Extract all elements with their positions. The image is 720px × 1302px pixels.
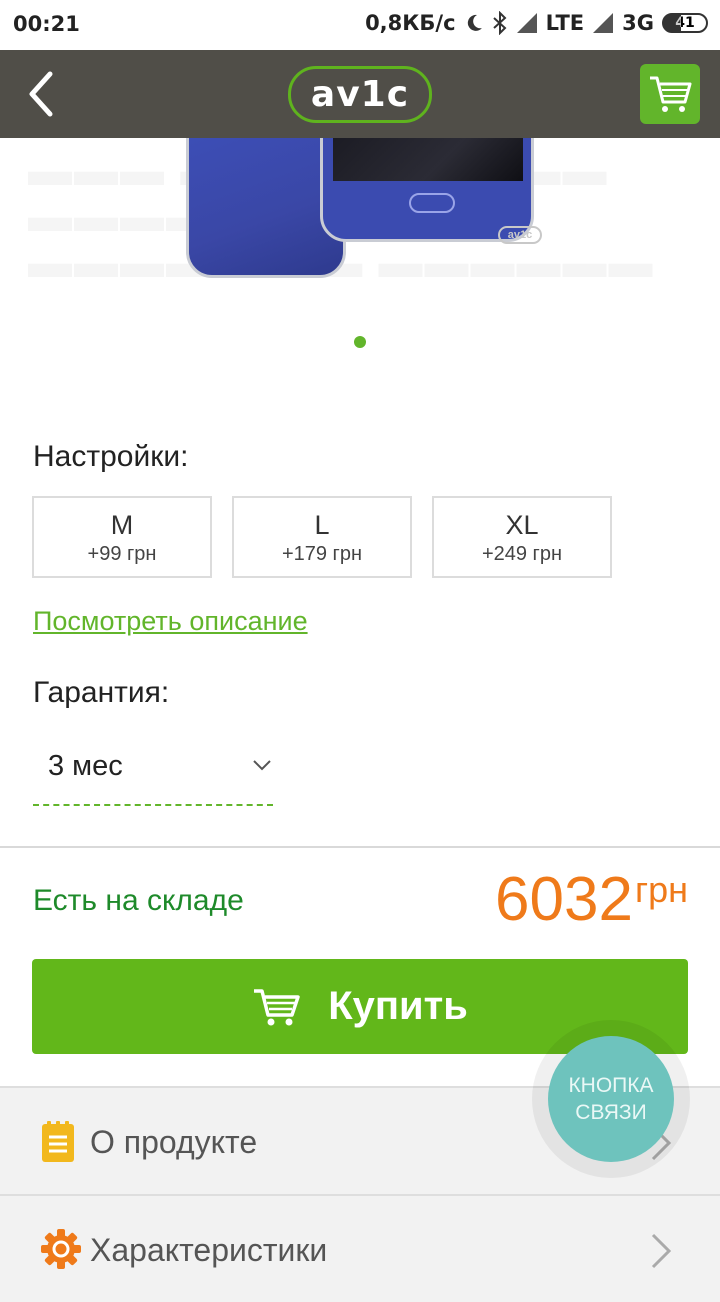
logo-text: av1c [310, 73, 410, 115]
document-icon [42, 1121, 74, 1162]
back-arrow-icon [29, 71, 53, 117]
contact-line-2: СВЯЗИ [575, 1101, 647, 1124]
signal-icon [516, 13, 537, 33]
threeg-label: 3G [622, 11, 654, 35]
option-m[interactable]: M +99 грн [32, 496, 212, 578]
status-bar: 00:21 0,8КБ/с LTE 3G 41 [0, 0, 720, 50]
cart-icon [254, 988, 300, 1025]
buy-label: Купить [328, 984, 468, 1028]
option-price: +179 грн [281, 543, 363, 565]
cart-icon [650, 76, 692, 112]
lte-label: LTE [545, 11, 585, 35]
product-image[interactable]: ▬▬▬ ▬▬▬▬ ▬▬▬▬▬ ▬▬▬▬▬▬▬▬ ▬▬▬ ▬▬▬▬▬▬ ▬▬▬▬▬… [0, 138, 720, 298]
warranty-label: Гарантия: [33, 676, 170, 709]
price-currency: грн [634, 869, 688, 910]
moon-icon [467, 14, 482, 31]
logo[interactable]: av1c [288, 66, 432, 123]
option-size: L [314, 510, 330, 540]
status-icons: 0,8КБ/с LTE 3G 41 [365, 11, 708, 35]
watermark-logo: av1c [498, 226, 542, 244]
option-price: +249 грн [481, 543, 563, 565]
status-time: 00:21 [13, 12, 80, 36]
stock-status: Есть на складе [33, 884, 244, 917]
price: 6032 грн [495, 862, 688, 938]
app-header: av1c [0, 50, 720, 138]
price-value: 6032 [495, 865, 633, 934]
chevron-down-icon [253, 760, 271, 771]
section-characteristics[interactable]: Характеристики [0, 1194, 720, 1302]
back-button[interactable] [20, 68, 68, 120]
option-l[interactable]: L +179 грн [232, 496, 412, 578]
divider [0, 846, 720, 848]
option-size: XL [505, 510, 539, 540]
view-description-link[interactable]: Посмотреть описание [33, 606, 308, 637]
cart-button[interactable] [640, 64, 700, 124]
chevron-right-icon [651, 1233, 672, 1269]
bluetooth-icon [492, 11, 507, 35]
gear-icon [41, 1229, 81, 1269]
contact-line-1: КНОПКА [568, 1074, 654, 1097]
network-speed: 0,8КБ/с [365, 11, 456, 35]
option-xl[interactable]: XL +249 грн [432, 496, 612, 578]
phone-screen [333, 138, 523, 181]
contact-button[interactable]: КНОПКА СВЯЗИ [548, 1036, 674, 1162]
battery-indicator: 41 [662, 13, 708, 33]
settings-label: Настройки: [33, 440, 189, 473]
warranty-select[interactable]: 3 мес [33, 736, 273, 806]
option-price: +99 грн [87, 543, 157, 565]
phone-home-button [409, 193, 455, 213]
warranty-value: 3 мес [48, 750, 123, 782]
carousel-dot-active[interactable] [354, 336, 366, 348]
signal-icon-2 [593, 13, 614, 33]
section-label: Характеристики [90, 1232, 328, 1268]
section-label: О продукте [90, 1124, 258, 1160]
option-size: M [110, 510, 134, 540]
